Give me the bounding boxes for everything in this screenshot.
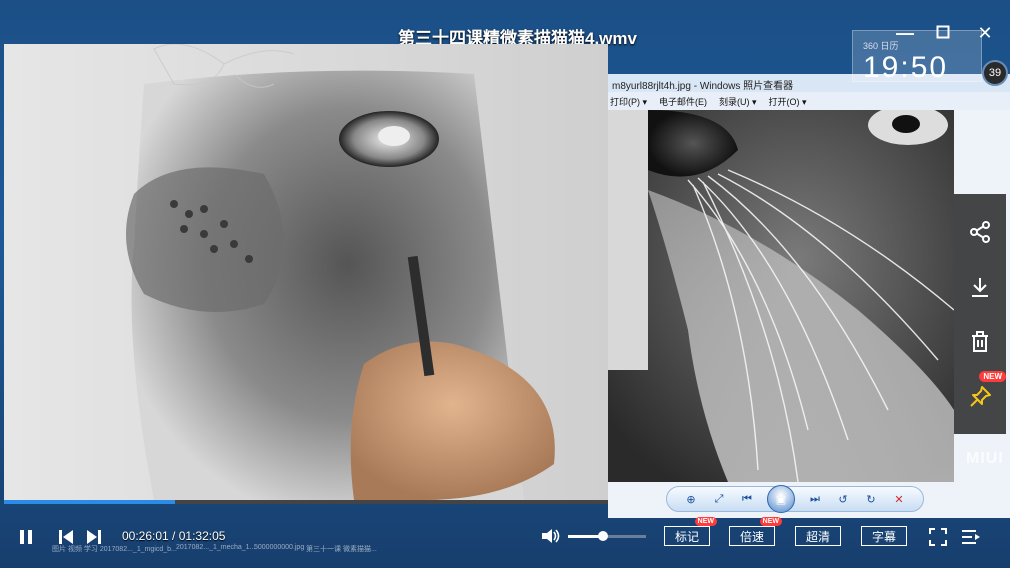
skip-back-icon — [59, 530, 73, 544]
download-button[interactable] — [966, 273, 994, 301]
volume-knob[interactable] — [598, 531, 609, 541]
current-time: 00:26:01 — [122, 529, 169, 543]
video-frame[interactable] — [4, 44, 608, 500]
rotate-right-icon[interactable]: ↻ — [863, 491, 879, 507]
pause-icon — [20, 530, 32, 544]
temperature-badge: 39 — [982, 60, 1008, 86]
pin-icon — [970, 385, 991, 407]
previous-image-icon[interactable]: ⏮ — [739, 491, 755, 507]
trash-icon — [972, 330, 988, 352]
viewer-menu-bar: 打印(P) ▾ 电子邮件(E) 刻录(U) ▾ 打开(O) ▾ — [608, 92, 1010, 110]
taskbar-file-3: 5000000000.jpg — [254, 544, 305, 551]
taskbar-file-4: 第三十一课 微素描猫... — [306, 546, 377, 553]
viewer-menu-print[interactable]: 打印(P) ▾ — [610, 95, 647, 110]
fit-window-icon[interactable]: ⤢ — [711, 491, 727, 507]
speed-label: 倍速 — [739, 529, 764, 544]
subtitle-label: 字幕 — [871, 529, 896, 544]
fullscreen-icon — [929, 528, 947, 546]
progress-fill — [4, 500, 175, 504]
next-image-icon[interactable]: ⏭ — [807, 491, 823, 507]
pause-button[interactable] — [16, 528, 36, 546]
total-time: 01:32:05 — [178, 529, 226, 543]
volume-button[interactable] — [540, 527, 562, 545]
download-icon — [972, 277, 988, 297]
zoom-icon[interactable]: ⊕ — [683, 491, 699, 507]
slideshow-icon: ▣ — [775, 493, 787, 506]
playlist-button[interactable] — [960, 527, 982, 547]
desktop-background: { "player": { "video_title": "第三十四课精微素描猫… — [0, 0, 1010, 568]
time-separator: / — [168, 529, 179, 543]
rotate-left-icon[interactable]: ↺ — [835, 491, 851, 507]
viewer-toolbar: ⊕ ⤢ ⏮ ▣ ⏭ ↺ ↻ ✕ — [666, 485, 924, 513]
playback-progress-bar[interactable] — [4, 500, 608, 504]
skip-forward-icon — [87, 530, 101, 544]
mark-new-badge: NEW — [694, 517, 717, 526]
quality-button[interactable]: 超清 — [795, 526, 841, 546]
viewer-menu-email[interactable]: 电子邮件(E) — [659, 95, 707, 110]
taskbar-file-2: 2017082..._1_mecha_1... — [176, 544, 256, 551]
viewer-menu-burn[interactable]: 刻录(U) ▾ — [719, 95, 757, 110]
clock-time: 19:50 — [863, 51, 949, 84]
side-action-bar: NEW — [954, 194, 1006, 434]
speed-button[interactable]: 倍速 NEW — [729, 517, 782, 546]
share-icon — [970, 220, 990, 243]
pin-new-badge: NEW — [979, 370, 1006, 382]
viewer-menu-open[interactable]: 打开(O) ▾ — [769, 95, 807, 110]
quality-label: 超清 — [805, 529, 830, 544]
time-display: 00:26:01 / 01:32:05 — [122, 529, 225, 543]
photo-viewer-window[interactable]: m8yurl88rjlt4h.jpg - Windows 照片查看器 打印(P)… — [608, 74, 1010, 518]
volume-icon — [542, 529, 560, 543]
speed-new-badge: NEW — [759, 517, 782, 526]
delete-image-icon[interactable]: ✕ — [891, 491, 907, 507]
previous-button[interactable] — [56, 528, 76, 546]
cat-photo — [608, 110, 954, 482]
cat-drawing-image — [4, 44, 608, 500]
clock-widget: 360 日历 19:50 — [852, 30, 982, 84]
slideshow-button[interactable]: ▣ — [767, 485, 795, 513]
next-button[interactable] — [84, 528, 104, 546]
pin-button[interactable]: NEW — [966, 370, 1006, 411]
delete-button[interactable] — [966, 328, 994, 356]
subtitle-button[interactable]: 字幕 — [861, 526, 907, 546]
fullscreen-button[interactable] — [928, 527, 948, 547]
mark-button[interactable]: 标记 NEW — [664, 517, 717, 546]
miui-watermark: MIUI — [966, 450, 1004, 467]
share-button[interactable] — [966, 218, 994, 246]
mark-label: 标记 — [674, 529, 699, 544]
playlist-icon — [962, 530, 980, 544]
